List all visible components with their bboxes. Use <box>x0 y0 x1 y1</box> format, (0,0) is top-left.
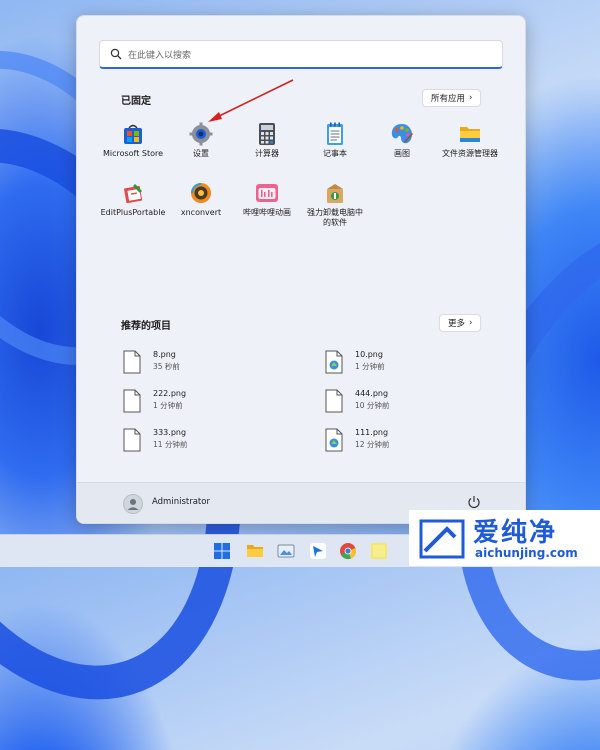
pinned-app-settings[interactable]: 设置 <box>166 122 236 182</box>
bilibili-icon <box>256 184 278 202</box>
power-icon[interactable] <box>467 495 481 509</box>
pinned-app-notepad[interactable]: 记事本 <box>300 122 370 182</box>
file-name: 444.png <box>355 389 389 398</box>
app-label: 文件资源管理器 <box>442 149 498 158</box>
pinned-app-editplusportable[interactable]: EditPlusPortable <box>98 181 168 241</box>
file-name: 10.png <box>355 350 383 359</box>
recommended-file[interactable]: 8.png 35 秒前 <box>123 348 303 378</box>
image-file-icon <box>325 350 343 374</box>
paint-icon <box>391 124 413 144</box>
pinned-app-xnconvert[interactable]: xnconvert <box>166 181 236 241</box>
app-label: 计算器 <box>255 149 279 158</box>
user-avatar[interactable] <box>123 494 143 514</box>
watermark-brand: 爱纯净 <box>473 518 558 548</box>
pinned-section-title: 已固定 <box>121 96 151 107</box>
file-icon <box>325 389 343 413</box>
file-name: 8.png <box>153 350 176 359</box>
search-icon <box>110 48 122 60</box>
file-time: 10 分钟前 <box>355 401 390 410</box>
recommended-file[interactable]: 333.png 11 分钟前 <box>123 426 303 456</box>
app-blue-bird-icon[interactable] <box>309 542 327 560</box>
pinned-app-uninstaller[interactable]: 强力卸载电脑中 的软件 <box>300 181 370 241</box>
file-icon <box>123 350 141 374</box>
app-label: xnconvert <box>180 208 222 217</box>
file-explorer-icon <box>460 127 480 142</box>
file-icon <box>123 428 141 452</box>
start-menu: 在此键入以搜索 已固定 所有应用 › Microsoft Store 设置 计算… <box>76 15 526 524</box>
pinned-app-paint[interactable]: 画图 <box>367 122 437 182</box>
image-file-icon <box>325 428 343 452</box>
all-apps-button[interactable]: 所有应用 › <box>422 89 482 107</box>
store-icon <box>124 124 142 144</box>
recommended-file[interactable]: 10.png 1 分钟前 <box>325 348 505 378</box>
more-label: 更多 <box>448 319 466 329</box>
file-time: 12 分钟前 <box>355 440 390 449</box>
settings-gear-icon <box>189 122 213 146</box>
file-time: 11 分钟前 <box>153 440 188 449</box>
editplus-icon <box>124 184 143 204</box>
pinned-app-microsoft-store[interactable]: Microsoft Store <box>98 122 168 182</box>
search-box[interactable]: 在此键入以搜索 <box>99 40 503 69</box>
app-label: 设置 <box>193 149 209 158</box>
app-label: 强力卸载电脑中 <box>307 208 363 217</box>
watermark-url: aichunjing.com <box>475 546 578 560</box>
file-time: 35 秒前 <box>153 362 180 371</box>
recommended-file[interactable]: 444.png 10 分钟前 <box>325 387 505 417</box>
file-explorer-icon[interactable] <box>246 542 264 560</box>
uninstaller-icon <box>327 184 343 203</box>
pinned-app-calculator[interactable]: 计算器 <box>232 122 302 182</box>
file-name: 222.png <box>153 389 187 398</box>
file-name: 111.png <box>355 428 389 437</box>
file-icon <box>123 389 141 413</box>
file-name: 333.png <box>153 428 187 437</box>
pinned-app-file-explorer[interactable]: 文件资源管理器 <box>435 122 505 182</box>
app-label: 哔哩哔哩动画 <box>243 208 291 217</box>
user-icon <box>127 499 139 510</box>
photos-icon[interactable] <box>277 542 295 560</box>
all-apps-label: 所有应用 <box>431 94 466 104</box>
watermark: 爱纯净 aichunjing.com <box>409 510 600 566</box>
app-label: 画图 <box>394 149 410 158</box>
watermark-logo <box>419 519 465 559</box>
recommended-section-title: 推荐的项目 <box>121 321 171 332</box>
app-label-line2: 的软件 <box>323 218 347 227</box>
file-time: 1 分钟前 <box>153 401 183 410</box>
chrome-icon[interactable] <box>339 542 357 560</box>
notes-app-icon[interactable] <box>370 542 388 560</box>
recommended-file[interactable]: 222.png 1 分钟前 <box>123 387 303 417</box>
annotation-arrow <box>208 79 294 122</box>
notepad-icon <box>327 122 343 145</box>
search-placeholder: 在此键入以搜索 <box>128 50 192 61</box>
file-time: 1 分钟前 <box>355 362 385 371</box>
more-button[interactable]: 更多 › <box>439 314 482 332</box>
app-label: Microsoft Store <box>102 149 164 158</box>
start-windows-icon[interactable] <box>213 542 231 560</box>
user-name[interactable]: Administrator <box>152 497 210 507</box>
pinned-app-bilibili[interactable]: 哔哩哔哩动画 <box>232 181 302 241</box>
app-label: 记事本 <box>323 149 347 158</box>
chevron-right-icon: › <box>469 318 473 328</box>
app-label: EditPlusPortable <box>100 208 166 217</box>
calculator-icon <box>259 123 275 145</box>
recommended-file[interactable]: 111.png 12 分钟前 <box>325 426 505 456</box>
chevron-right-icon: › <box>469 93 473 103</box>
xnconvert-icon <box>191 183 211 203</box>
